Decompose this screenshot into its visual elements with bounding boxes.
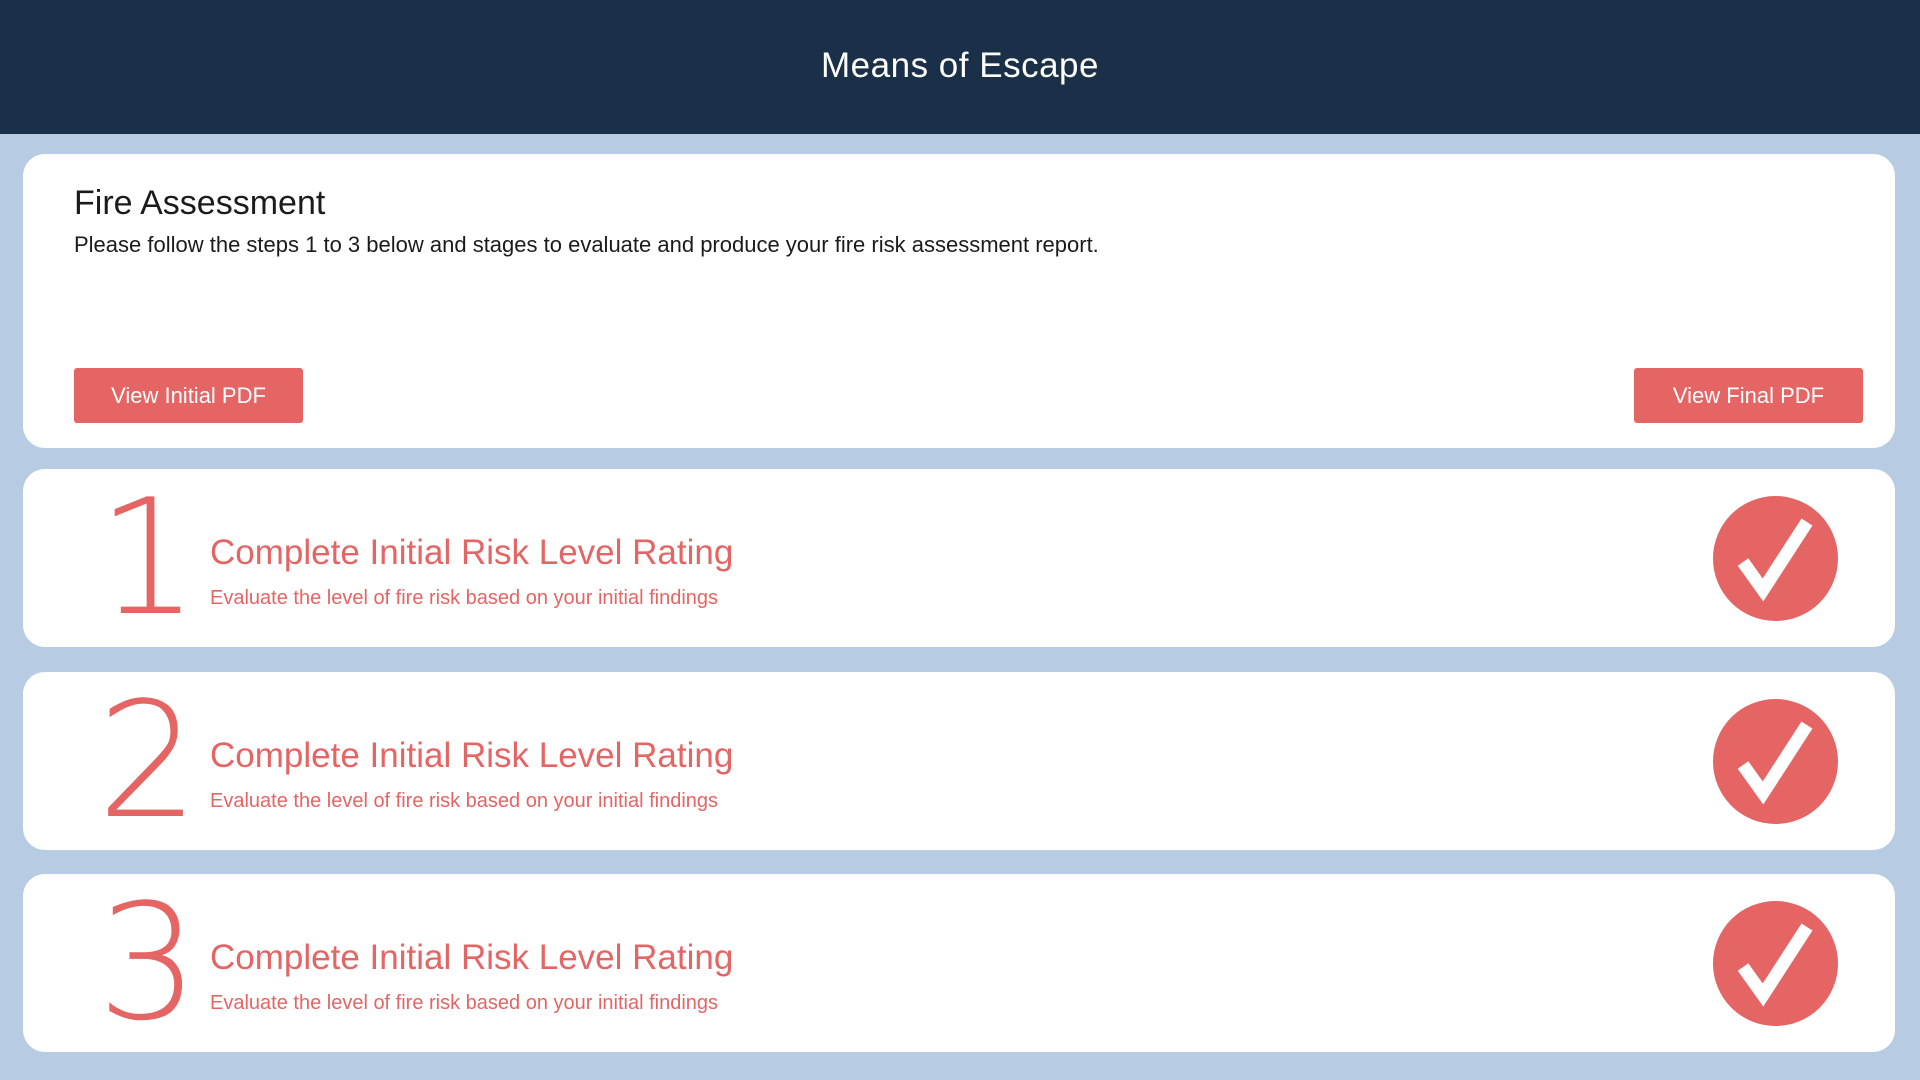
page-title: Means of Escape [821,46,1099,85]
step-number: 2 [97,667,199,854]
step-description: Evaluate the level of fire risk based on… [210,992,719,1014]
checkmark-icon [1737,517,1812,602]
checkmark-circle-icon[interactable] [1713,901,1838,1026]
step-card-1[interactable]: 1 Complete Initial Risk Level Rating Eva… [23,469,1895,647]
step-description: Evaluate the level of fire risk based on… [210,790,719,812]
checkmark-icon [1737,720,1812,805]
view-final-pdf-button[interactable]: View Final PDF [1634,368,1863,423]
step-description: Evaluate the level of fire risk based on… [210,587,719,609]
fire-assessment-card: Fire Assessment Please follow the steps … [23,154,1895,448]
step-number: 3 [97,869,199,1056]
fire-assessment-description: Please follow the steps 1 to 3 below and… [74,232,1099,257]
step-card-3[interactable]: 3 Complete Initial Risk Level Rating Eva… [23,874,1895,1052]
step-title: Complete Initial Risk Level Rating [210,736,734,775]
step-card-2[interactable]: 2 Complete Initial Risk Level Rating Eva… [23,672,1895,850]
app-header: Means of Escape [0,0,1920,134]
step-number: 1 [97,464,199,651]
checkmark-icon [1737,922,1812,1007]
fire-assessment-title: Fire Assessment [74,184,326,222]
view-initial-pdf-button[interactable]: View Initial PDF [74,368,303,423]
step-title: Complete Initial Risk Level Rating [210,533,734,572]
checkmark-circle-icon[interactable] [1713,699,1838,824]
checkmark-circle-icon[interactable] [1713,496,1838,621]
step-title: Complete Initial Risk Level Rating [210,938,734,977]
